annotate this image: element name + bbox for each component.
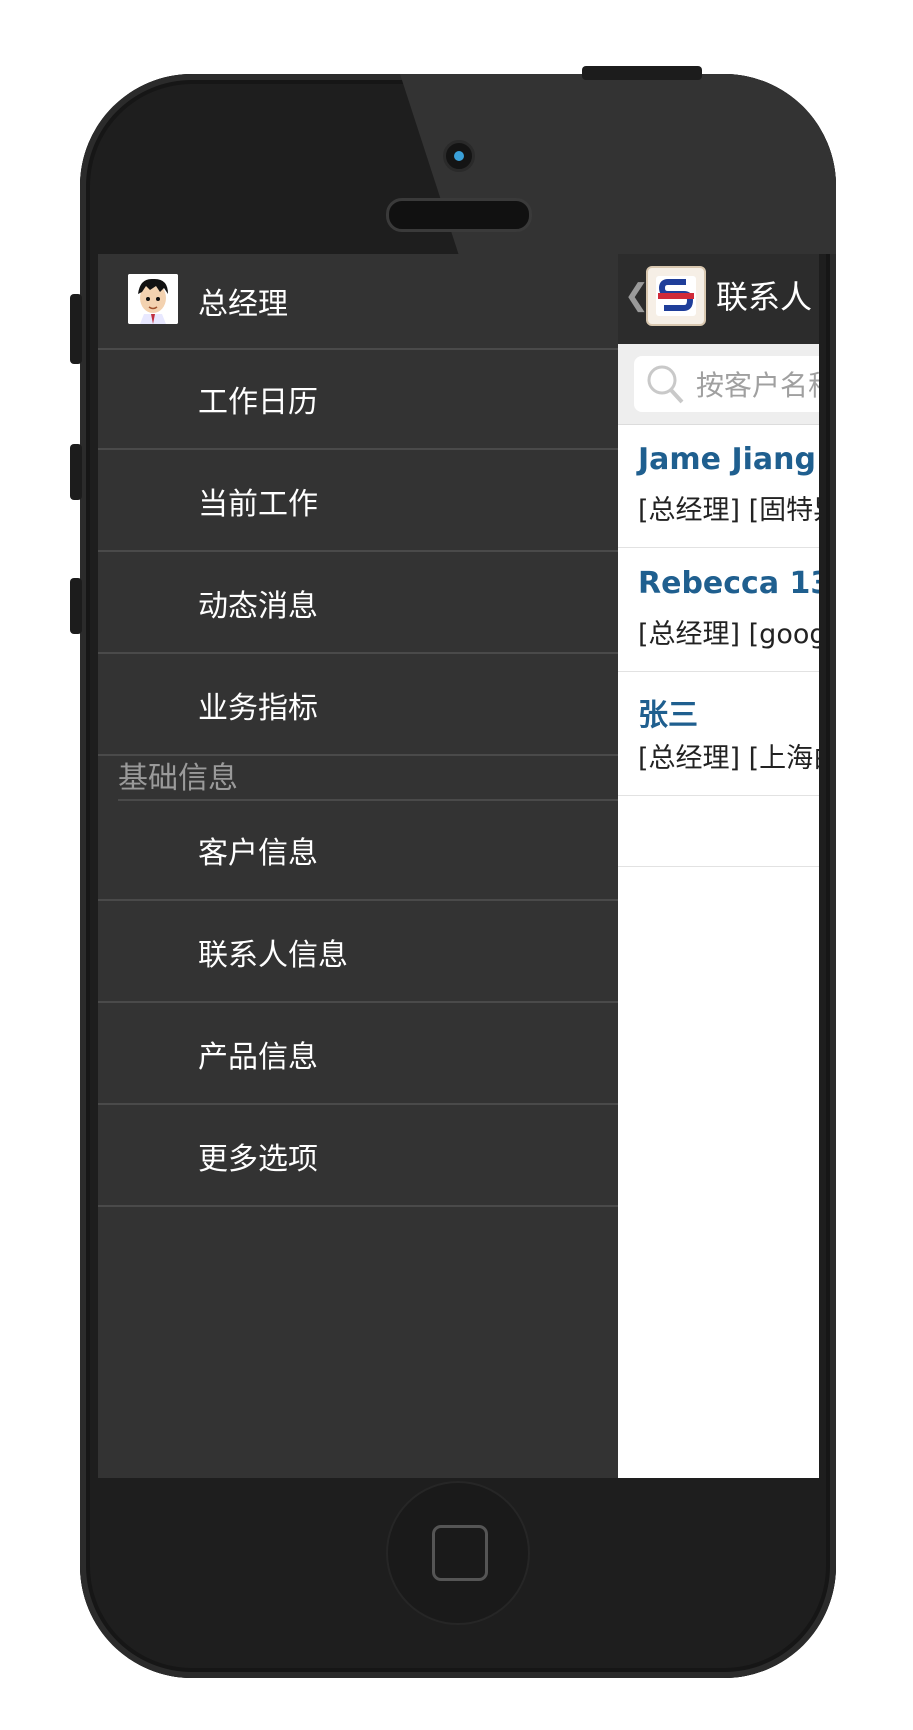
contact-meta: [总经理] [上海由 [638, 743, 819, 774]
drawer-item-label: 业务指标 [198, 691, 318, 726]
contact-row[interactable]: 张三 [总经理] [上海由 [618, 672, 819, 796]
drawer-item-label: 动态消息 [198, 589, 318, 624]
user-name-label: 总经理 [198, 287, 288, 322]
front-camera-icon [443, 140, 475, 172]
drawer-item-work-calendar[interactable]: 工作日历 [98, 350, 618, 450]
drawer-item-label: 工作日历 [198, 385, 318, 420]
home-button[interactable] [386, 1481, 530, 1625]
contact-name: Jame Jiang [638, 442, 816, 477]
earpiece-speaker [386, 198, 532, 232]
drawer-item-label: 当前工作 [198, 487, 318, 522]
contacts-panel: ❮ 联系人 Jame Jiang [总经理] [固特异 [618, 254, 819, 1478]
contact-meta: [总经理] [goog [638, 619, 819, 650]
volume-up-button [70, 444, 82, 500]
contact-name: Rebecca 138 [638, 566, 819, 601]
volume-down-button [70, 578, 82, 634]
contact-row[interactable]: Jame Jiang [总经理] [固特异 [618, 424, 819, 548]
drawer-item-label: 产品信息 [198, 1040, 318, 1075]
drawer-item-news[interactable]: 动态消息 [98, 554, 618, 654]
drawer-item-product-info[interactable]: 产品信息 [98, 1005, 618, 1105]
drawer-item-label: 联系人信息 [198, 938, 348, 973]
user-avatar [128, 274, 178, 324]
search-bar [618, 344, 819, 425]
mute-switch [70, 294, 82, 364]
panel-title: 联系人 [716, 278, 813, 316]
navigation-drawer: 总经理 工作日历 当前工作 动态消息 业务指标 基础信息 客户信息 联系人信息 … [98, 254, 618, 1478]
app-logo[interactable] [646, 266, 706, 326]
section-title-basic-info: 基础信息 [118, 757, 618, 801]
power-button [582, 66, 702, 80]
home-square-icon [432, 1525, 488, 1581]
panel-header: ❮ 联系人 [618, 254, 819, 344]
drawer-item-label: 更多选项 [198, 1142, 318, 1177]
search-box [634, 356, 819, 412]
drawer-user-header[interactable]: 总经理 [98, 254, 618, 350]
drawer-item-current-work[interactable]: 当前工作 [98, 452, 618, 552]
contact-row[interactable]: Rebecca 138 [总经理] [goog [618, 548, 819, 672]
drawer-item-kpi[interactable]: 业务指标 [98, 656, 618, 756]
list-footer-row [618, 794, 819, 867]
screen: 总经理 工作日历 当前工作 动态消息 业务指标 基础信息 客户信息 联系人信息 … [98, 254, 819, 1478]
drawer-item-more-options[interactable]: 更多选项 [98, 1107, 618, 1207]
drawer-item-contact-info[interactable]: 联系人信息 [98, 903, 618, 1003]
contact-name: 张三 [638, 698, 698, 733]
search-icon [647, 365, 684, 404]
contact-meta: [总经理] [固特异 [638, 495, 819, 526]
drawer-item-customer-info[interactable]: 客户信息 [98, 801, 618, 901]
drawer-item-label: 客户信息 [198, 836, 318, 871]
search-input[interactable] [694, 364, 819, 406]
